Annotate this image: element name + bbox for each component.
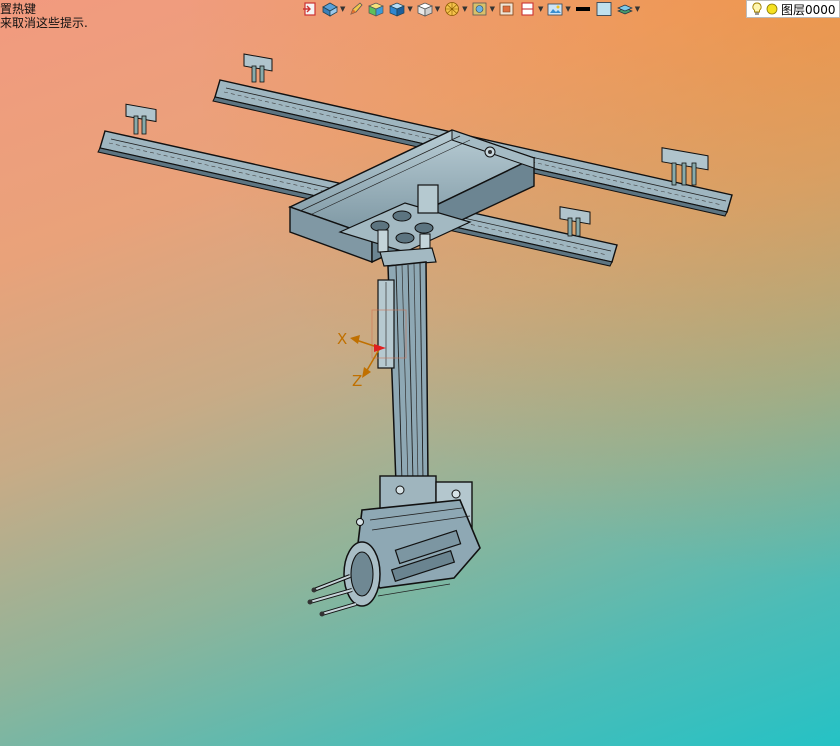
vertical-column[interactable] [377,247,437,485]
frame-icon [521,1,534,16]
edit-appearance-dropdown-arrow[interactable]: ▼ [490,5,495,13]
exit-view-button[interactable] [302,0,318,17]
section-view-icon [499,2,514,15]
line-color-icon [575,6,590,11]
face-color-icon [596,1,612,16]
view-frame-dropdown-arrow[interactable]: ▼ [538,5,543,13]
face-color-button[interactable] [595,0,613,17]
appearance-icon [472,2,486,15]
x-axis-arrow [350,335,360,344]
layers-button[interactable]: ▼ [616,0,640,17]
mount-clamp-front-left[interactable] [125,103,157,135]
line-color-button[interactable] [574,0,592,17]
apply-scene-dropdown-arrow[interactable]: ▼ [565,5,570,13]
box-view-icon [389,2,406,17]
display-style-button[interactable]: ▼ [416,0,440,17]
exit-icon [303,1,316,16]
end-effector-head[interactable] [343,475,481,607]
box-view-button[interactable]: ▼ [388,0,413,17]
hotkey-hint-line2: 来取消这些提示. [0,16,88,30]
mount-clamp-rear-left[interactable] [243,53,273,83]
render-tools-dropdown-arrow[interactable]: ▼ [462,5,467,13]
graphics-viewport[interactable]: 置热键 来取消这些提示. ▼ ▼ ▼ ▼ ▼ ▼ ▼ ▼ 图层0000 X Z [0,0,840,746]
yellow-circle-icon [766,3,778,15]
x-axis-label: X [337,330,347,348]
apply-scene-button[interactable]: ▼ [546,0,571,17]
render-sphere-icon [445,1,460,16]
view-orient-dropdown-arrow[interactable]: ▼ [340,5,345,13]
layer-selector[interactable]: 图层0000 [746,0,840,18]
cad-model-scene: X Z [97,53,733,617]
scene-icon [547,3,563,15]
cube-icon [416,2,433,17]
view-orient-icon [322,2,338,17]
view-orientation-button[interactable]: ▼ [321,0,345,17]
view-toolbar: ▼ ▼ ▼ ▼ ▼ ▼ ▼ ▼ [302,0,640,17]
mount-clamp-rear-right[interactable] [661,147,709,186]
layers-dropdown-arrow[interactable]: ▼ [635,5,640,13]
shaded-box-icon [368,2,385,17]
sketch-button[interactable] [348,0,364,17]
edit-appearance-button[interactable]: ▼ [471,0,495,17]
pencil-icon [350,1,363,15]
display-style-dropdown-arrow[interactable]: ▼ [435,5,440,13]
z-axis-label: Z [352,372,362,390]
mount-clamp-front-right[interactable] [559,206,591,237]
layers-icon [616,4,633,14]
view-frame-button[interactable]: ▼ [519,0,543,17]
render-tools-button[interactable]: ▼ [443,0,468,17]
section-view-button[interactable] [498,0,516,17]
box-view-dropdown-arrow[interactable]: ▼ [407,5,412,13]
shaded-button[interactable] [367,0,385,17]
lightbulb-icon [752,2,762,15]
z-axis-arrow [362,367,371,378]
layer-name: 图层0000 [781,2,836,17]
